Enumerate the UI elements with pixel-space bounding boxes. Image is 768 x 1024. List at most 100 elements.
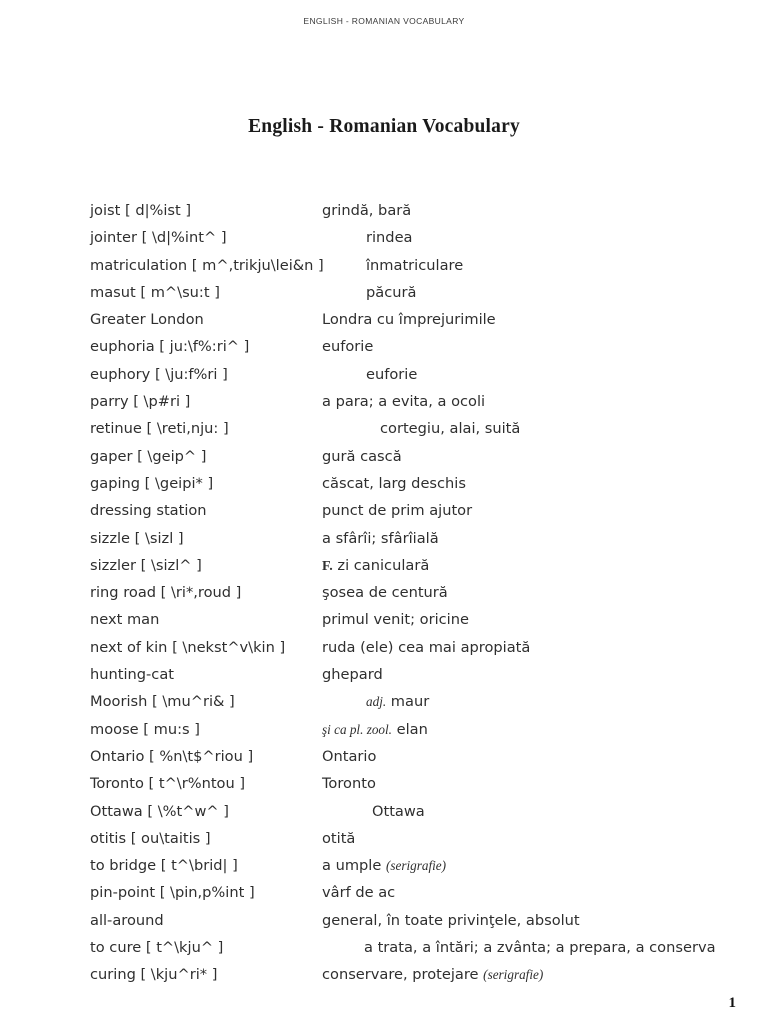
entry-translation: grindă, bară [322, 202, 412, 219]
entry-headword: euphory [ \ju:f%ri ] [90, 365, 228, 383]
entry-headword: sizzle [ \sizl ] [90, 529, 184, 547]
entry-headword: ring road [ \ri*,roud ] [90, 584, 242, 602]
vocabulary-entry: Ontario [ %n\t$^riou ] Ontario [90, 743, 750, 770]
entry-translation: F. zi caniculară [322, 552, 429, 580]
vocabulary-entry: retinue [ \reti,nju: ] cortegiu, alai, su… [90, 415, 750, 442]
entry-headword: masut [ m^\su:t ] [90, 283, 220, 301]
running-header: ENGLISH - ROMANIAN VOCABULARY [303, 16, 465, 26]
vocabulary-entry: sizzler [ \sizl^ ] F. zi caniculară [90, 552, 750, 579]
entry-headword: hunting-cat [90, 666, 174, 684]
document-page: ENGLISH - ROMANIAN VOCABULARY English - … [0, 0, 768, 1024]
entry-headword: moose [ mu:s ] [90, 720, 200, 738]
entry-translation: a para; a evita, a ocoli [322, 393, 486, 411]
translation-segment: zi caniculară [332, 556, 430, 574]
entry-translation: gură cască [322, 447, 402, 465]
translation-segment: şi ca pl. zool. [322, 721, 392, 737]
vocabulary-entry: Toronto [ t^\r%ntou ] Toronto [90, 770, 750, 797]
entry-translation: ghepard [322, 666, 383, 684]
entry-headword: curing [ \kju^ri* ] [90, 966, 218, 984]
vocabulary-entry: euphory [ \ju:f%ri ] euforie [90, 361, 750, 388]
vocabulary-entry: dressing station punct de prim ajutor [90, 497, 750, 524]
entry-translation: înmatriculare [366, 256, 464, 274]
entry-translation: otită [322, 829, 356, 847]
entry-headword: Moorish [ \mu^ri& ] [90, 693, 235, 711]
translation-segment: a umple [322, 857, 386, 875]
vocabulary-entry: matriculation [ m^,trikju\lei&n ] înmatri… [90, 252, 750, 279]
entry-headword: matriculation [ m^,trikju\lei&n ] [90, 256, 324, 274]
entry-headword: joist [ d|%ist ] [90, 202, 192, 219]
entry-headword: gaper [ \geip^ ] [90, 447, 207, 465]
vocabulary-entry: to bridge [ t^\brid| ] a umple (serigrafi… [90, 852, 750, 879]
entry-translation: general, în toate privinţele, absolut [322, 911, 580, 929]
entry-translation: căscat, larg deschis [322, 474, 466, 492]
vocabulary-entry: gaping [ \geipi* ] căscat, larg deschis [90, 470, 750, 497]
entry-translation: a sfârîi; sfârîială [322, 529, 439, 547]
entry-translation: conservare, protejare (serigrafie) [322, 961, 543, 988]
entry-translation: Ottawa [372, 802, 425, 820]
entry-headword: Ottawa [ \%t^w^ ] [90, 802, 229, 820]
entry-translation: şi ca pl. zool. elan [322, 716, 428, 743]
entry-headword: all-around [90, 911, 164, 929]
vocabulary-entry: sizzle [ \sizl ] a sfârîi; sfârîială [90, 525, 750, 552]
entry-headword: pin-point [ \pin,p%int ] [90, 884, 255, 902]
entry-translation: vârf de ac [322, 884, 396, 902]
entry-headword: Toronto [ t^\r%ntou ] [90, 775, 246, 793]
vocabulary-entry: hunting-cat ghepard [90, 661, 750, 688]
entry-headword: gaping [ \geipi* ] [90, 474, 214, 492]
entry-translation: Ontario [322, 747, 377, 765]
entry-headword: dressing station [90, 502, 207, 520]
entry-headword: to cure [ t^\kju^ ] [90, 939, 224, 957]
entry-translation: şosea de centură [322, 584, 448, 602]
vocabulary-entry: joist [ d|%ist ] grindă, bară [90, 197, 750, 224]
entry-translation: cortegiu, alai, suită [380, 420, 521, 438]
vocabulary-entry: Greater London Londra cu împrejurimile [90, 306, 750, 333]
vocabulary-entry: otitis [ ou\taitis ] otită [90, 825, 750, 852]
vocabulary-entry: moose [ mu:s ] şi ca pl. zool. elan [90, 716, 750, 743]
vocabulary-entry: to cure [ t^\kju^ ] a trata, a întări; a … [90, 934, 750, 961]
entry-headword: parry [ \p#ri ] [90, 393, 191, 411]
translation-segment: conservare, protejare [322, 966, 484, 984]
page-title: English - Romanian Vocabulary [248, 116, 520, 138]
entry-translation: a umple (serigrafie) [322, 852, 446, 879]
entry-headword: next man [90, 611, 160, 629]
vocabulary-list: joist [ d|%ist ] grindă, bară jointer [ \d… [90, 197, 750, 989]
vocabulary-entry: jointer [ \d|%int^ ] rindea [90, 224, 750, 251]
entry-headword: next of kin [ \nekst^v\kin ] [90, 638, 286, 656]
vocabulary-entry: euphoria [ ju:\f%:ri^ ] euforie [90, 333, 750, 360]
entry-headword: Greater London [90, 311, 204, 329]
entry-translation: punct de prim ajutor [322, 502, 473, 520]
vocabulary-entry: gaper [ \geip^ ] gură cască [90, 443, 750, 470]
entry-translation: rindea [366, 229, 413, 247]
vocabulary-entry: next man primul venit; oricine [90, 606, 750, 633]
entry-translation: Londra cu împrejurimile [322, 311, 496, 329]
vocabulary-entry: curing [ \kju^ri* ] conservare, protejare… [90, 961, 750, 988]
entry-headword: jointer [ \d|%int^ ] [90, 229, 227, 247]
entry-translation: Toronto [322, 775, 376, 793]
entry-headword: Ontario [ %n\t$^riou ] [90, 747, 254, 765]
vocabulary-entry: masut [ m^\su:t ] păcură [90, 279, 750, 306]
entry-headword: euphoria [ ju:\f%:ri^ ] [90, 338, 250, 356]
translation-segment: (serigrafie) [385, 858, 447, 874]
entry-headword: sizzler [ \sizl^ ] [90, 556, 202, 574]
translation-segment: maur [386, 693, 430, 711]
vocabulary-entry: next of kin [ \nekst^v\kin ] ruda (ele) c… [90, 634, 750, 661]
entry-translation: păcură [366, 283, 417, 301]
translation-segment: adj. [366, 694, 387, 710]
entry-translation: ruda (ele) cea mai apropiată [322, 638, 531, 656]
page-number: 1 [728, 995, 737, 1011]
entry-translation: a trata, a întări; a zvânta; a prepara, … [364, 939, 716, 957]
vocabulary-entry: Moorish [ \mu^ri& ] adj. maur [90, 688, 750, 715]
entry-headword: to bridge [ t^\brid| ] [90, 857, 238, 875]
entry-translation: primul venit; oricine [322, 611, 469, 629]
vocabulary-entry: all-around general, în toate privinţele, … [90, 907, 750, 934]
vocabulary-entry: Ottawa [ \%t^w^ ] Ottawa [90, 798, 750, 825]
entry-headword: retinue [ \reti,nju: ] [90, 420, 229, 438]
entry-translation: adj. maur [366, 688, 429, 715]
vocabulary-entry: parry [ \p#ri ] a para; a evita, a ocoli [90, 388, 750, 415]
entry-headword: otitis [ ou\taitis ] [90, 829, 211, 847]
vocabulary-entry: ring road [ \ri*,roud ] şosea de centură [90, 579, 750, 606]
translation-segment: (serigrafie) [483, 967, 544, 983]
vocabulary-entry: pin-point [ \pin,p%int ] vârf de ac [90, 879, 750, 906]
translation-segment: F. [322, 558, 333, 574]
entry-translation: euforie [322, 338, 374, 356]
